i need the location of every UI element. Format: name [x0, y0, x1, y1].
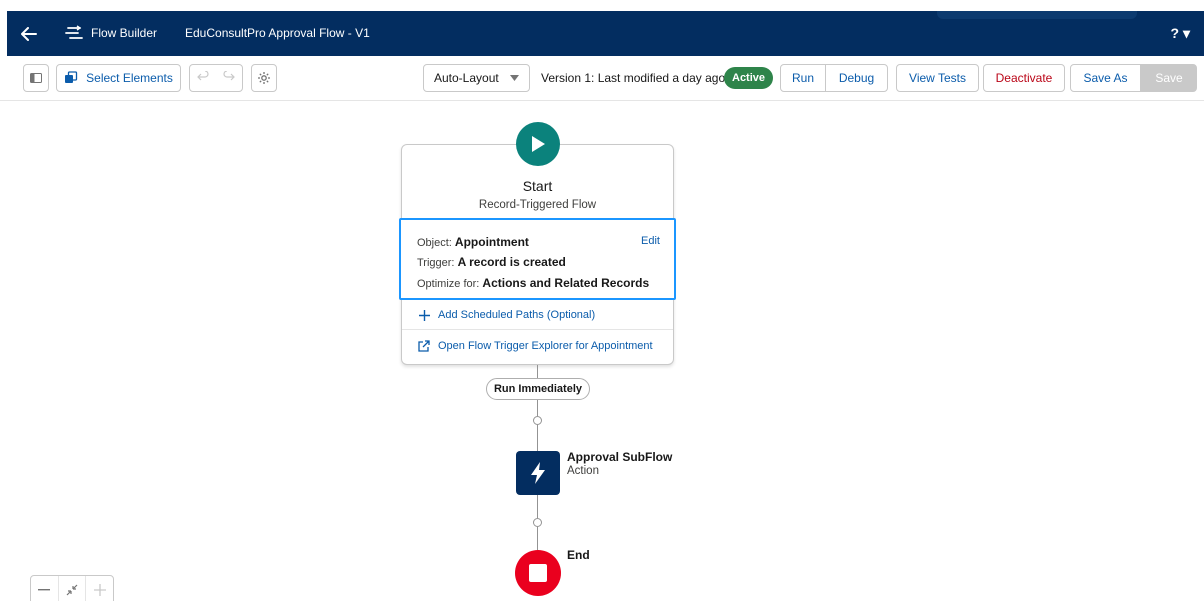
connector-line: [537, 365, 538, 378]
action-title: Approval SubFlow: [567, 450, 673, 464]
deactivate-button[interactable]: Deactivate: [983, 64, 1065, 92]
debug-button[interactable]: Debug: [825, 64, 888, 92]
end-node[interactable]: [515, 550, 561, 596]
open-trigger-explorer-label: Open Flow Trigger Explorer for Appointme…: [438, 340, 653, 352]
redo-icon[interactable]: [223, 69, 235, 86]
contract-icon: [66, 584, 78, 596]
plus-icon: [93, 584, 106, 596]
add-scheduled-paths-label: Add Scheduled Paths (Optional): [438, 309, 596, 321]
trigger-details[interactable]: Object: Appointment Trigger: A record is…: [399, 218, 676, 300]
toggle-panel-button[interactable]: [23, 64, 49, 92]
app-header: Flow Builder EduConsultPro Approval Flow…: [7, 11, 1204, 56]
external-link-icon: [418, 340, 430, 352]
edit-trigger-link[interactable]: Edit: [641, 235, 660, 247]
connector-line: [537, 527, 538, 550]
help-menu[interactable]: ? ▾: [1171, 25, 1190, 42]
trigger-label: Trigger:: [417, 257, 455, 269]
start-subtitle: Record-Triggered Flow: [478, 199, 597, 211]
object-value: Appointment: [454, 235, 529, 249]
add-element-node[interactable]: [533, 518, 542, 527]
layout-select-value: Auto-Layout: [434, 71, 499, 85]
save-as-button[interactable]: Save As: [1070, 64, 1141, 92]
flow-builder-icon: [64, 23, 84, 43]
settings-button[interactable]: [251, 64, 277, 92]
fit-to-view-button[interactable]: [59, 576, 87, 601]
optimize-label: Optimize for:: [417, 278, 480, 290]
object-row: Object: Appointment: [417, 235, 529, 249]
select-elements-label: Select Elements: [86, 71, 173, 85]
app-name: Flow Builder: [91, 26, 158, 40]
action-node[interactable]: [516, 451, 560, 495]
run-immediately-path[interactable]: Run Immediately: [486, 378, 590, 400]
undo-icon[interactable]: [197, 69, 209, 86]
open-trigger-explorer-link[interactable]: Open Flow Trigger Explorer for Appointme…: [402, 331, 673, 361]
minus-icon: [38, 589, 51, 591]
start-node-icon[interactable]: [516, 122, 560, 166]
panel-icon: [30, 73, 42, 83]
gear-icon: [258, 72, 270, 84]
version-status: Version 1: Last modified a day ago: [541, 71, 726, 85]
back-arrow-icon[interactable]: [17, 22, 41, 46]
undo-redo-group: [189, 64, 243, 92]
object-label: Object:: [417, 237, 452, 249]
stop-icon: [529, 564, 547, 582]
run-button[interactable]: Run: [780, 64, 826, 92]
action-subtitle: Action: [567, 465, 599, 477]
start-title: Start: [522, 178, 553, 194]
connector-line: [537, 425, 538, 451]
add-element-node[interactable]: [533, 416, 542, 425]
header-tab-shadow: [937, 11, 1137, 19]
select-elements-button[interactable]: Select Elements: [56, 64, 181, 92]
optimize-row: Optimize for: Actions and Related Record…: [417, 276, 649, 290]
connector-line: [537, 495, 538, 518]
flow-canvas[interactable]: Start Record-Triggered Flow Object: Appo…: [0, 101, 1204, 601]
layout-select[interactable]: Auto-Layout: [423, 64, 530, 92]
zoom-out-button[interactable]: [31, 576, 59, 601]
top-strip: [0, 0, 1204, 11]
optimize-value: Actions and Related Records: [482, 276, 650, 290]
select-elements-icon: [65, 71, 78, 83]
trigger-row: Trigger: A record is created: [417, 255, 566, 269]
chevron-down-icon: [510, 75, 519, 81]
connector-line: [537, 400, 538, 416]
end-label: End: [567, 548, 590, 562]
flow-title: EduConsultPro Approval Flow - V1: [185, 26, 370, 40]
zoom-controls: [30, 575, 114, 601]
zoom-in-button[interactable]: [86, 576, 113, 601]
save-button[interactable]: Save: [1141, 64, 1197, 92]
view-tests-button[interactable]: View Tests: [896, 64, 979, 92]
add-scheduled-paths-link[interactable]: Add Scheduled Paths (Optional): [402, 301, 673, 330]
lightning-bolt-icon: [531, 462, 545, 484]
trigger-value: A record is created: [457, 255, 566, 269]
flow-builder-page: Flow Builder EduConsultPro Approval Flow…: [0, 0, 1204, 601]
status-badge: Active: [724, 67, 774, 89]
plus-icon: [418, 309, 430, 321]
